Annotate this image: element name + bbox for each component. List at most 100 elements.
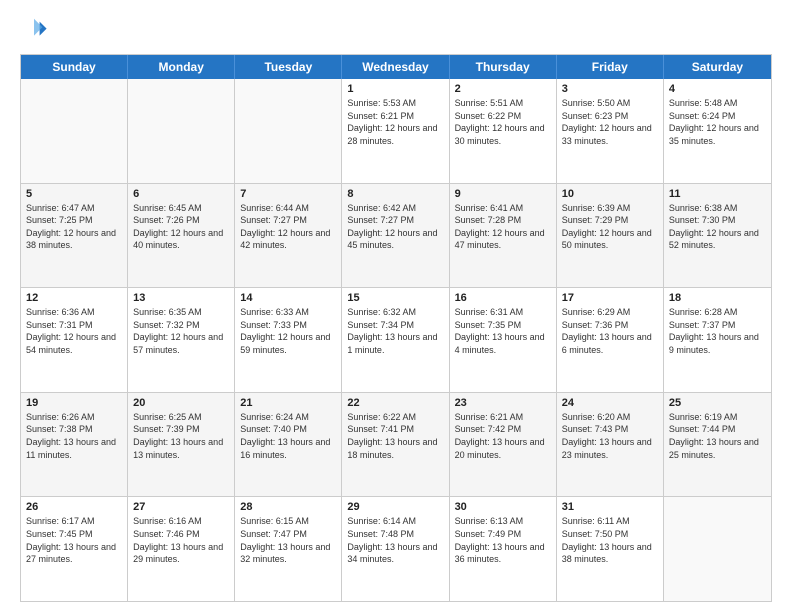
cell-info: Sunrise: 6:22 AM Sunset: 7:41 PM Dayligh…	[347, 411, 443, 461]
day-number: 3	[562, 83, 658, 95]
calendar-cell: 9Sunrise: 6:41 AM Sunset: 7:28 PM Daylig…	[450, 184, 557, 288]
cell-info: Sunrise: 6:39 AM Sunset: 7:29 PM Dayligh…	[562, 202, 658, 252]
day-number: 6	[133, 188, 229, 200]
calendar-cell: 7 Sunrise: 6:44 AM Sunset: 7:27 PM Daylig…	[235, 184, 342, 288]
calendar-cell: 10 Sunrise: 6:39 AM Sunset: 7:29 PM Dayli…	[557, 184, 664, 288]
calendar-body: 1 Sunrise: 5:53 AM Sunset: 6:21 PM Daylig…	[21, 79, 771, 601]
day-number: 30	[455, 501, 551, 513]
header	[20, 16, 772, 44]
day-number: 7	[240, 188, 336, 200]
weekday-header-thursday: Thursday	[450, 55, 557, 79]
weekday-header-wednesday: Wednesday	[342, 55, 449, 79]
calendar-cell	[664, 497, 771, 601]
day-number: 13	[133, 292, 229, 304]
calendar-cell: 26 Sunrise: 6:17 AM Sunset: 7:45 PM Dayli…	[21, 497, 128, 601]
day-number: 19	[26, 397, 122, 409]
cell-info: Sunrise: 5:48 AM Sunset: 6:24 PM Dayligh…	[669, 97, 766, 147]
calendar-cell	[235, 79, 342, 183]
cell-info: Sunrise: 6:42 AM Sunset: 7:27 PM Dayligh…	[347, 202, 443, 252]
calendar-row: 12Sunrise: 6:36 AM Sunset: 7:31 PM Dayli…	[21, 288, 771, 393]
day-number: 9	[455, 188, 551, 200]
cell-info: Sunrise: 6:13 AM Sunset: 7:49 PM Dayligh…	[455, 515, 551, 565]
calendar-cell: 3Sunrise: 5:50 AM Sunset: 6:23 PM Daylig…	[557, 79, 664, 183]
cell-info: Sunrise: 6:38 AM Sunset: 7:30 PM Dayligh…	[669, 202, 766, 252]
weekday-header-tuesday: Tuesday	[235, 55, 342, 79]
weekday-header-sunday: Sunday	[21, 55, 128, 79]
cell-info: Sunrise: 6:16 AM Sunset: 7:46 PM Dayligh…	[133, 515, 229, 565]
cell-info: Sunrise: 6:45 AM Sunset: 7:26 PM Dayligh…	[133, 202, 229, 252]
calendar-cell	[21, 79, 128, 183]
cell-info: Sunrise: 6:21 AM Sunset: 7:42 PM Dayligh…	[455, 411, 551, 461]
calendar-cell: 29 Sunrise: 6:14 AM Sunset: 7:48 PM Dayli…	[342, 497, 449, 601]
cell-info: Sunrise: 6:11 AM Sunset: 7:50 PM Dayligh…	[562, 515, 658, 565]
calendar-cell: 24 Sunrise: 6:20 AM Sunset: 7:43 PM Dayli…	[557, 393, 664, 497]
cell-info: Sunrise: 6:19 AM Sunset: 7:44 PM Dayligh…	[669, 411, 766, 461]
logo	[20, 16, 52, 44]
day-number: 28	[240, 501, 336, 513]
cell-info: Sunrise: 6:14 AM Sunset: 7:48 PM Dayligh…	[347, 515, 443, 565]
calendar-cell: 14 Sunrise: 6:33 AM Sunset: 7:33 PM Dayli…	[235, 288, 342, 392]
day-number: 18	[669, 292, 766, 304]
day-number: 20	[133, 397, 229, 409]
calendar-cell: 21 Sunrise: 6:24 AM Sunset: 7:40 PM Dayli…	[235, 393, 342, 497]
calendar-cell	[128, 79, 235, 183]
cell-info: Sunrise: 5:53 AM Sunset: 6:21 PM Dayligh…	[347, 97, 443, 147]
day-number: 24	[562, 397, 658, 409]
page: SundayMondayTuesdayWednesdayThursdayFrid…	[0, 0, 792, 612]
day-number: 21	[240, 397, 336, 409]
cell-info: Sunrise: 6:44 AM Sunset: 7:27 PM Dayligh…	[240, 202, 336, 252]
calendar-cell: 30 Sunrise: 6:13 AM Sunset: 7:49 PM Dayli…	[450, 497, 557, 601]
cell-info: Sunrise: 6:47 AM Sunset: 7:25 PM Dayligh…	[26, 202, 122, 252]
cell-info: Sunrise: 6:31 AM Sunset: 7:35 PM Dayligh…	[455, 306, 551, 356]
calendar-cell: 28Sunrise: 6:15 AM Sunset: 7:47 PM Dayli…	[235, 497, 342, 601]
cell-info: Sunrise: 6:26 AM Sunset: 7:38 PM Dayligh…	[26, 411, 122, 461]
calendar-cell: 25 Sunrise: 6:19 AM Sunset: 7:44 PM Dayli…	[664, 393, 771, 497]
day-number: 10	[562, 188, 658, 200]
calendar-cell: 16 Sunrise: 6:31 AM Sunset: 7:35 PM Dayli…	[450, 288, 557, 392]
calendar-cell: 15 Sunrise: 6:32 AM Sunset: 7:34 PM Dayli…	[342, 288, 449, 392]
cell-info: Sunrise: 5:51 AM Sunset: 6:22 PM Dayligh…	[455, 97, 551, 147]
calendar-cell: 6 Sunrise: 6:45 AM Sunset: 7:26 PM Daylig…	[128, 184, 235, 288]
day-number: 27	[133, 501, 229, 513]
calendar-row: 1 Sunrise: 5:53 AM Sunset: 6:21 PM Daylig…	[21, 79, 771, 184]
calendar: SundayMondayTuesdayWednesdayThursdayFrid…	[20, 54, 772, 602]
cell-info: Sunrise: 6:24 AM Sunset: 7:40 PM Dayligh…	[240, 411, 336, 461]
cell-info: Sunrise: 6:20 AM Sunset: 7:43 PM Dayligh…	[562, 411, 658, 461]
calendar-cell: 8Sunrise: 6:42 AM Sunset: 7:27 PM Daylig…	[342, 184, 449, 288]
day-number: 11	[669, 188, 766, 200]
day-number: 31	[562, 501, 658, 513]
calendar-cell: 11 Sunrise: 6:38 AM Sunset: 7:30 PM Dayli…	[664, 184, 771, 288]
day-number: 14	[240, 292, 336, 304]
day-number: 23	[455, 397, 551, 409]
day-number: 29	[347, 501, 443, 513]
calendar-cell: 23 Sunrise: 6:21 AM Sunset: 7:42 PM Dayli…	[450, 393, 557, 497]
day-number: 22	[347, 397, 443, 409]
calendar-cell: 12Sunrise: 6:36 AM Sunset: 7:31 PM Dayli…	[21, 288, 128, 392]
calendar-cell: 2Sunrise: 5:51 AM Sunset: 6:22 PM Daylig…	[450, 79, 557, 183]
cell-info: Sunrise: 6:29 AM Sunset: 7:36 PM Dayligh…	[562, 306, 658, 356]
day-number: 16	[455, 292, 551, 304]
calendar-header: SundayMondayTuesdayWednesdayThursdayFrid…	[21, 55, 771, 79]
day-number: 5	[26, 188, 122, 200]
cell-info: Sunrise: 6:28 AM Sunset: 7:37 PM Dayligh…	[669, 306, 766, 356]
cell-info: Sunrise: 6:33 AM Sunset: 7:33 PM Dayligh…	[240, 306, 336, 356]
weekday-header-monday: Monday	[128, 55, 235, 79]
calendar-cell: 31 Sunrise: 6:11 AM Sunset: 7:50 PM Dayli…	[557, 497, 664, 601]
calendar-row: 26 Sunrise: 6:17 AM Sunset: 7:45 PM Dayli…	[21, 497, 771, 601]
day-number: 25	[669, 397, 766, 409]
cell-info: Sunrise: 6:35 AM Sunset: 7:32 PM Dayligh…	[133, 306, 229, 356]
day-number: 1	[347, 83, 443, 95]
calendar-cell: 5 Sunrise: 6:47 AM Sunset: 7:25 PM Daylig…	[21, 184, 128, 288]
logo-icon	[20, 16, 48, 44]
weekday-header-friday: Friday	[557, 55, 664, 79]
day-number: 15	[347, 292, 443, 304]
cell-info: Sunrise: 6:32 AM Sunset: 7:34 PM Dayligh…	[347, 306, 443, 356]
calendar-cell: 22 Sunrise: 6:22 AM Sunset: 7:41 PM Dayli…	[342, 393, 449, 497]
day-number: 17	[562, 292, 658, 304]
day-number: 26	[26, 501, 122, 513]
calendar-cell: 20Sunrise: 6:25 AM Sunset: 7:39 PM Dayli…	[128, 393, 235, 497]
cell-info: Sunrise: 6:17 AM Sunset: 7:45 PM Dayligh…	[26, 515, 122, 565]
weekday-header-saturday: Saturday	[664, 55, 771, 79]
calendar-cell: 27 Sunrise: 6:16 AM Sunset: 7:46 PM Dayli…	[128, 497, 235, 601]
calendar-cell: 17 Sunrise: 6:29 AM Sunset: 7:36 PM Dayli…	[557, 288, 664, 392]
